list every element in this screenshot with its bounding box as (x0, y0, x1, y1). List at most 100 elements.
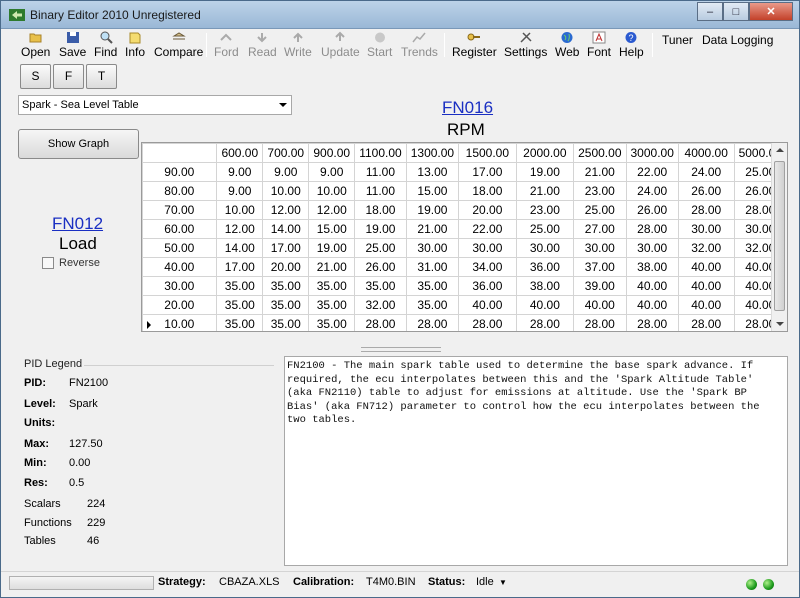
grid-cell[interactable]: 15.00 (308, 219, 356, 239)
ford-button[interactable]: Ford (214, 31, 239, 59)
grid-cell[interactable]: 28.00 (677, 314, 735, 331)
grid-cell[interactable]: 40.00 (677, 257, 735, 277)
grid-cell[interactable]: 11.00 (354, 162, 407, 182)
grid-cell[interactable]: 15.00 (405, 181, 460, 201)
grid-cell[interactable]: 40.00 (515, 295, 575, 315)
grid-cell[interactable]: 30.00 (458, 238, 517, 258)
grid-cell[interactable]: 24.00 (625, 181, 679, 201)
grid-cell[interactable]: 23.00 (573, 181, 627, 201)
grid-cell[interactable]: 40.00 (677, 295, 735, 315)
grid-cell[interactable]: 25.00 (573, 200, 627, 220)
scroll-up-icon[interactable] (776, 148, 784, 152)
trends-button[interactable]: Trends (401, 31, 438, 59)
grid-cell[interactable]: 13.00 (405, 162, 460, 182)
grid-cell[interactable]: 21.00 (405, 219, 460, 239)
grid-cell[interactable]: 35.00 (262, 276, 310, 296)
grid-cell[interactable]: 34.00 (458, 257, 517, 277)
grid-cell[interactable]: 40.00 (677, 276, 735, 296)
grid-cell[interactable]: 22.00 (458, 219, 517, 239)
grid-cell[interactable]: 9.00 (262, 162, 310, 182)
grid-cell[interactable]: 28.00 (677, 200, 735, 220)
grid-cell[interactable]: 19.00 (515, 162, 575, 182)
help-button[interactable]: ? Help (619, 31, 644, 59)
tuner-menu[interactable]: Tuner (662, 33, 693, 47)
grid-cell[interactable]: 25.00 (354, 238, 407, 258)
grid-cell[interactable]: 30.00 (405, 238, 460, 258)
grid-cell[interactable]: 26.00 (354, 257, 407, 277)
grid-cell[interactable]: 14.00 (262, 219, 310, 239)
filter-t-button[interactable]: T (86, 64, 117, 89)
start-button[interactable]: Start (367, 31, 392, 59)
grid-cell[interactable]: 35.00 (262, 314, 310, 331)
grid-cell[interactable]: 14.00 (216, 238, 264, 258)
grid-cell[interactable]: 22.00 (625, 162, 679, 182)
font-button[interactable]: Font (587, 31, 611, 59)
grid-cell[interactable]: 35.00 (216, 314, 264, 331)
grid-cell[interactable]: 35.00 (308, 276, 356, 296)
grid-cell[interactable]: 32.00 (677, 238, 735, 258)
grid-cell[interactable]: 12.00 (216, 219, 264, 239)
status-dropdown-icon[interactable]: ▼ (499, 578, 507, 587)
filter-f-button[interactable]: F (53, 64, 84, 89)
grid-cell[interactable]: 26.00 (625, 200, 679, 220)
pane-splitter[interactable] (361, 347, 441, 352)
reverse-checkbox[interactable] (42, 257, 54, 269)
grid-cell[interactable]: 9.00 (216, 181, 264, 201)
grid-cell[interactable]: 12.00 (308, 200, 356, 220)
save-button[interactable]: Save (59, 31, 86, 59)
grid-cell[interactable]: 32.00 (354, 295, 407, 315)
grid-cell[interactable]: 40.00 (573, 295, 627, 315)
grid-cell[interactable]: 21.00 (515, 181, 575, 201)
grid-cell[interactable]: 28.00 (405, 314, 460, 331)
grid-cell[interactable]: 35.00 (308, 295, 356, 315)
grid-cell[interactable]: 35.00 (216, 295, 264, 315)
grid-cell[interactable]: 28.00 (354, 314, 407, 331)
filter-s-button[interactable]: S (20, 64, 51, 89)
minimize-button[interactable]: – (697, 2, 723, 21)
find-button[interactable]: Find (94, 31, 117, 59)
grid-cell[interactable]: 17.00 (262, 238, 310, 258)
info-button[interactable]: Info (125, 31, 145, 59)
grid-cell[interactable]: 9.00 (308, 162, 356, 182)
update-button[interactable]: Update (321, 31, 360, 59)
y-axis-function-link[interactable]: FN012 (52, 214, 103, 234)
grid-cell[interactable]: 27.00 (573, 219, 627, 239)
grid-cell[interactable]: 36.00 (515, 257, 575, 277)
grid-cell[interactable]: 19.00 (405, 200, 460, 220)
grid-vertical-scrollbar[interactable] (771, 143, 787, 331)
grid-cell[interactable]: 9.00 (216, 162, 264, 182)
compare-button[interactable]: Compare (154, 31, 203, 59)
grid-cell[interactable]: 18.00 (354, 200, 407, 220)
grid-cell[interactable]: 39.00 (573, 276, 627, 296)
grid-cell[interactable]: 30.00 (625, 238, 679, 258)
grid-cell[interactable]: 17.00 (458, 162, 517, 182)
grid-cell[interactable]: 31.00 (405, 257, 460, 277)
grid-cell[interactable]: 28.00 (573, 314, 627, 331)
grid-cell[interactable]: 25.00 (515, 219, 575, 239)
maximize-button[interactable]: □ (723, 2, 749, 21)
grid-cell[interactable]: 24.00 (677, 162, 735, 182)
scroll-thumb[interactable] (774, 161, 785, 311)
grid-cell[interactable]: 23.00 (515, 200, 575, 220)
table-selector-dropdown[interactable]: Spark - Sea Level Table (18, 95, 292, 115)
grid-cell[interactable]: 28.00 (625, 219, 679, 239)
grid-cell[interactable]: 40.00 (625, 276, 679, 296)
grid-cell[interactable]: 38.00 (625, 257, 679, 277)
grid-cell[interactable]: 28.00 (458, 314, 517, 331)
grid-cell[interactable]: 10.00 (216, 200, 264, 220)
grid-cell[interactable]: 35.00 (405, 295, 460, 315)
grid-cell[interactable]: 30.00 (515, 238, 575, 258)
grid-cell[interactable]: 19.00 (308, 238, 356, 258)
close-button[interactable]: ✕ (749, 2, 793, 21)
grid-cell[interactable]: 20.00 (458, 200, 517, 220)
grid-cell[interactable]: 36.00 (458, 276, 517, 296)
grid-cell[interactable]: 12.00 (262, 200, 310, 220)
web-button[interactable]: Web (555, 31, 579, 59)
read-button[interactable]: Read (248, 31, 277, 59)
scroll-down-icon[interactable] (776, 322, 784, 326)
grid-cell[interactable]: 35.00 (354, 276, 407, 296)
write-button[interactable]: Write (284, 31, 312, 59)
grid-cell[interactable]: 30.00 (573, 238, 627, 258)
grid-cell[interactable]: 28.00 (625, 314, 679, 331)
grid-cell[interactable]: 35.00 (216, 276, 264, 296)
